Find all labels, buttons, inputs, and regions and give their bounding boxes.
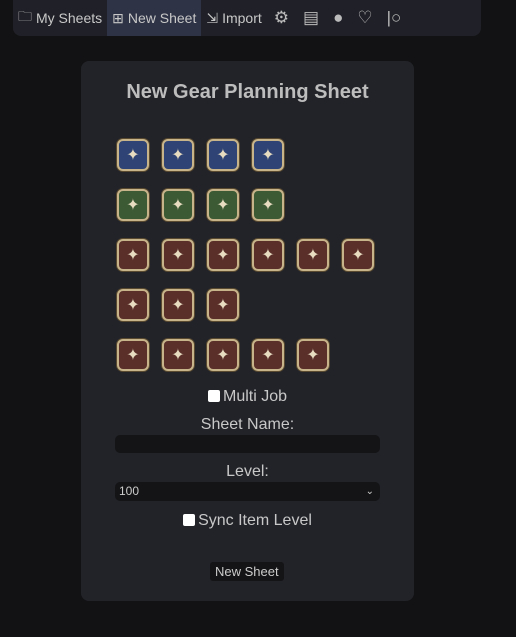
job-icon-smn[interactable]: ✦ [162,339,194,371]
job-icon-mnk[interactable]: ✦ [117,239,149,271]
job-icon-rpr[interactable]: ✦ [297,239,329,271]
sheet-name-label: Sheet Name: [200,416,295,433]
sync-item-level-checkbox[interactable]: Sync Item Level [81,512,414,530]
my-sheets-link[interactable]: 🗀 My Sheets [13,0,107,36]
job-icon-whm[interactable]: ✦ [117,189,149,221]
job-icon-ast[interactable]: ✦ [207,189,239,221]
top-nav: 🗀 My Sheets ⊞ New Sheet ⇲ Import ⚙ ▤ ● ♡ |○ [13,0,481,36]
job-icon-dnc[interactable]: ✦ [207,289,239,321]
import-link[interactable]: ⇲ Import [201,0,266,36]
checkbox[interactable] [207,390,220,402]
folder-icon: 🗀 [18,8,32,24]
job-icon-sge[interactable]: ✦ [252,189,284,221]
job-icon-drk[interactable]: ✦ [207,139,239,171]
level-select[interactable]: 100 ⌄ [115,482,380,501]
import-icon: ⇲ [206,9,219,26]
calculator-icon[interactable]: ▤ [296,8,326,28]
patreon-icon[interactable]: |○ [380,8,409,28]
new-sheet-button[interactable]: New Sheet [210,562,284,581]
job-icon-drg[interactable]: ✦ [162,239,194,271]
github-icon[interactable]: ● [326,8,350,28]
job-icon-gnb[interactable]: ✦ [252,139,284,171]
new-sheet-link[interactable]: ⊞ New Sheet [107,0,202,36]
job-icon-mch[interactable]: ✦ [162,289,194,321]
job-icon-pld[interactable]: ✦ [117,139,149,171]
job-icon-war[interactable]: ✦ [162,139,194,171]
new-sheet-panel: New Gear Planning Sheet ✦ ✦ ✦ ✦ ✦ ✦ ✦ ✦ ✦ ✦ ✦ ✦ ✦ ✦ ✦ ✦… [81,61,414,601]
job-icon-blm[interactable]: ✦ [117,339,149,371]
chevron-down-icon: ⌄ [365,486,374,497]
job-icon-vpr[interactable]: ✦ [342,239,374,271]
multi-job-checkbox[interactable]: Multi Job [81,388,414,406]
level-label: Level: [226,463,269,480]
job-icon-sam[interactable]: ✦ [252,239,284,271]
page-title: New Gear Planning Sheet [126,81,369,103]
gear-icon[interactable]: ⚙ [267,8,296,28]
add-square-icon: ⊞ [112,9,124,26]
sheet-name-input[interactable] [115,435,380,453]
job-icon-blu[interactable]: ✦ [252,339,284,371]
job-icon-brd[interactable]: ✦ [117,289,149,321]
job-icon-pct[interactable]: ✦ [297,339,329,371]
job-icon-rdm[interactable]: ✦ [207,339,239,371]
job-icon-nin[interactable]: ✦ [207,239,239,271]
job-icon-sch[interactable]: ✦ [162,189,194,221]
kofi-icon[interactable]: ♡ [350,8,379,28]
checkbox[interactable] [183,514,196,526]
